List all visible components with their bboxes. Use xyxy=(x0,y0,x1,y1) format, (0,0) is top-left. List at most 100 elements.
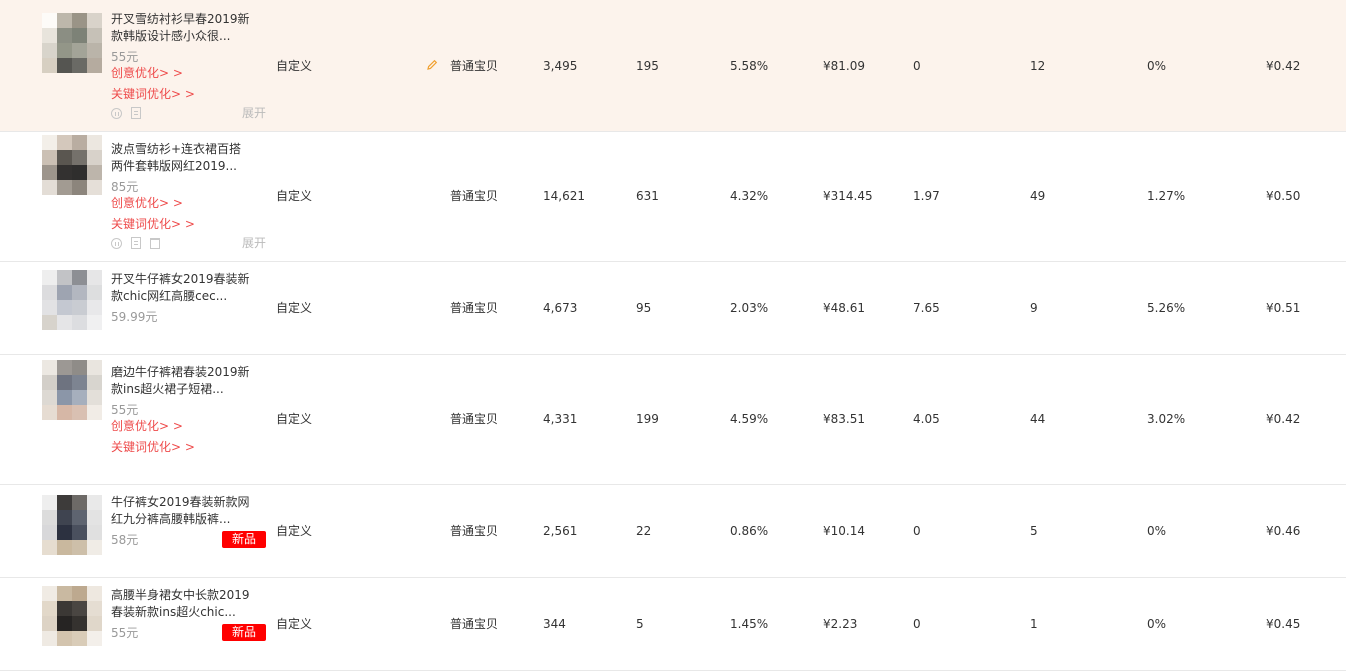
product-thumbnail[interactable] xyxy=(42,135,102,195)
product-thumbnail[interactable] xyxy=(42,495,102,555)
table-row[interactable]: 开叉牛仔裤女2019春装新款chic网红高腰cec... 59.99元 自定义 … xyxy=(0,262,1346,355)
promo-type: 自定义 xyxy=(276,524,313,538)
roi: 4.05 xyxy=(913,412,940,426)
row-actions xyxy=(111,236,160,250)
cost-per-click: ¥0.46 xyxy=(1266,524,1301,538)
table-row[interactable]: 磨边牛仔裤裙春装2019新款ins超火裙子短裙... 55元 创意优化> > 关… xyxy=(0,355,1346,485)
impressions: 14,621 xyxy=(543,189,585,203)
product-thumbnail[interactable] xyxy=(42,586,102,646)
product-price: 85元 xyxy=(111,180,139,194)
clicks: 195 xyxy=(636,59,659,73)
cost-per-click: ¥0.42 xyxy=(1266,59,1301,73)
collects: 1 xyxy=(1030,617,1038,631)
item-kind: 普通宝贝 xyxy=(450,301,499,315)
cost: ¥83.51 xyxy=(823,412,865,426)
product-title[interactable]: 开叉雪纺衬衫早春2019新款韩版设计感小众很... xyxy=(111,11,251,45)
impressions: 4,331 xyxy=(543,412,578,426)
cost-per-click: ¥0.51 xyxy=(1266,301,1301,315)
clicks: 631 xyxy=(636,189,659,203)
click-rate: 4.32% xyxy=(730,189,769,203)
table-row[interactable]: 高腰半身裙女中长款2019春装新款ins超火chic... 55元 新品 自定义… xyxy=(0,578,1346,671)
product-title[interactable]: 高腰半身裙女中长款2019春装新款ins超火chic... xyxy=(111,587,251,621)
cost: ¥2.23 xyxy=(823,617,858,631)
collects: 44 xyxy=(1030,412,1046,426)
new-item-badge: 新品 xyxy=(222,624,266,641)
cost-per-click: ¥0.50 xyxy=(1266,189,1301,203)
table-row[interactable]: 波点雪纺衫+连衣裙百搭两件套韩版网红2019... 85元 创意优化> > 关键… xyxy=(0,132,1346,262)
keyword-optimize-link[interactable]: 关键词优化> > xyxy=(111,216,195,232)
roi: 7.65 xyxy=(913,301,940,315)
collects: 5 xyxy=(1030,524,1038,538)
roi: 0 xyxy=(913,524,921,538)
conversion-rate: 0% xyxy=(1147,617,1167,631)
product-thumbnail[interactable] xyxy=(42,360,102,420)
collects: 49 xyxy=(1030,189,1046,203)
clicks: 95 xyxy=(636,301,652,315)
creative-optimize-link[interactable]: 创意优化> > xyxy=(111,65,183,81)
product-thumbnail[interactable] xyxy=(42,13,102,73)
impressions: 2,561 xyxy=(543,524,578,538)
click-rate: 5.58% xyxy=(730,59,769,73)
keyword-optimize-link[interactable]: 关键词优化> > xyxy=(111,439,195,455)
promo-type: 自定义 xyxy=(276,412,313,426)
promo-type: 自定义 xyxy=(276,301,313,315)
pencil-icon[interactable] xyxy=(426,59,438,71)
trash-icon[interactable] xyxy=(150,237,160,249)
conversion-rate: 3.02% xyxy=(1147,412,1186,426)
product-title[interactable]: 开叉牛仔裤女2019春装新款chic网红高腰cec... xyxy=(111,271,251,305)
roi: 1.97 xyxy=(913,189,940,203)
new-item-badge: 新品 xyxy=(222,531,266,548)
cost: ¥81.09 xyxy=(823,59,865,73)
roi: 0 xyxy=(913,617,921,631)
promo-type: 自定义 xyxy=(276,59,313,73)
promo-type: 自定义 xyxy=(276,617,313,631)
click-rate: 0.86% xyxy=(730,524,769,538)
creative-optimize-link[interactable]: 创意优化> > xyxy=(111,418,183,434)
conversion-rate: 0% xyxy=(1147,59,1167,73)
roi: 0 xyxy=(913,59,921,73)
product-price: 55元 xyxy=(111,626,139,640)
clipboard-icon[interactable] xyxy=(131,107,141,119)
product-price: 58元 xyxy=(111,533,139,547)
product-title[interactable]: 牛仔裤女2019春装新款网红九分裤高腰韩版裤... xyxy=(111,494,251,528)
item-kind: 普通宝贝 xyxy=(450,617,499,631)
item-kind: 普通宝贝 xyxy=(450,59,499,73)
item-kind: 普通宝贝 xyxy=(450,189,499,203)
cost-per-click: ¥0.45 xyxy=(1266,617,1301,631)
clipboard-icon[interactable] xyxy=(131,237,141,249)
conversion-rate: 1.27% xyxy=(1147,189,1186,203)
product-thumbnail[interactable] xyxy=(42,270,102,330)
pause-icon[interactable] xyxy=(111,237,122,249)
product-price: 55元 xyxy=(111,50,139,64)
click-rate: 1.45% xyxy=(730,617,769,631)
cost: ¥314.45 xyxy=(823,189,873,203)
conversion-rate: 0% xyxy=(1147,524,1167,538)
table-row[interactable]: 开叉雪纺衬衫早春2019新款韩版设计感小众很... 55元 创意优化> > 关键… xyxy=(0,0,1346,132)
keyword-optimize-link[interactable]: 关键词优化> > xyxy=(111,86,195,102)
item-kind: 普通宝贝 xyxy=(450,412,499,426)
impressions: 4,673 xyxy=(543,301,578,315)
cost: ¥48.61 xyxy=(823,301,865,315)
click-rate: 2.03% xyxy=(730,301,769,315)
promo-type: 自定义 xyxy=(276,189,313,203)
conversion-rate: 5.26% xyxy=(1147,301,1186,315)
clicks: 199 xyxy=(636,412,659,426)
cost-per-click: ¥0.42 xyxy=(1266,412,1301,426)
expand-button[interactable]: 展开 xyxy=(242,106,266,120)
impressions: 3,495 xyxy=(543,59,578,73)
click-rate: 4.59% xyxy=(730,412,769,426)
collects: 12 xyxy=(1030,59,1046,73)
product-price: 59.99元 xyxy=(111,310,158,324)
table-row[interactable]: 牛仔裤女2019春装新款网红九分裤高腰韩版裤... 58元 新品 自定义 普通宝… xyxy=(0,485,1346,578)
clicks: 5 xyxy=(636,617,644,631)
product-title[interactable]: 磨边牛仔裤裙春装2019新款ins超火裙子短裙... xyxy=(111,364,251,398)
clicks: 22 xyxy=(636,524,652,538)
creative-optimize-link[interactable]: 创意优化> > xyxy=(111,195,183,211)
cost: ¥10.14 xyxy=(823,524,865,538)
product-title[interactable]: 波点雪纺衫+连衣裙百搭两件套韩版网红2019... xyxy=(111,141,251,175)
expand-button[interactable]: 展开 xyxy=(242,236,266,250)
product-price: 55元 xyxy=(111,403,139,417)
pause-icon[interactable] xyxy=(111,107,122,119)
collects: 9 xyxy=(1030,301,1038,315)
row-actions xyxy=(111,106,141,120)
